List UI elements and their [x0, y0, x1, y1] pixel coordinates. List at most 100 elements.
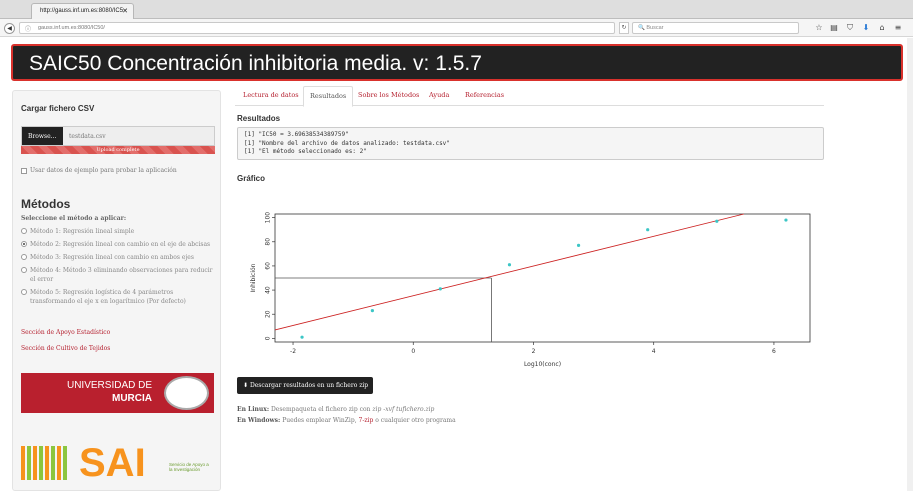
results-output: [1] "IC50 = 3.69638534389759" [1] "Nombre…: [237, 127, 824, 160]
sai-logo[interactable]: SAI Servicio de Apoyo a la Investigación: [21, 440, 214, 486]
methods-label: Seleccione el método a aplicar:: [21, 215, 127, 222]
checkbox-box[interactable]: [21, 168, 27, 174]
radio-button[interactable]: [21, 241, 27, 247]
note-windows: En Windows: Puedes emplear WinZip, 7-zip…: [237, 417, 456, 424]
data-point: [370, 309, 374, 313]
method-label: Método 4: Método 3 eliminando observacio…: [30, 267, 213, 283]
regression-line: [274, 213, 744, 331]
link-apoyo-estadistico[interactable]: Sección de Apoyo Estadístico: [21, 329, 110, 336]
browser-navbar: ◀ ⓘ gauss.inf.um.es:8080/IC50/ ↻ 🔍 Busca…: [0, 19, 913, 37]
note-linux-text: Desempaqueta el fichero zip con: [270, 406, 371, 413]
note-windows-pre: Puedes emplear WinZip,: [282, 417, 357, 424]
y-tick-label: 40: [265, 286, 272, 294]
method-radio-2[interactable]: Método 2: Regresión lineal con cambio en…: [21, 240, 217, 249]
radio-button[interactable]: [21, 267, 27, 273]
link-7zip[interactable]: 7-zip: [359, 417, 374, 424]
file-name: testdata.csv: [69, 133, 106, 140]
upload-heading: Cargar fichero CSV: [21, 104, 95, 113]
results-line: [1] "El método seleccionado es: 2": [244, 148, 367, 155]
radio-button[interactable]: [21, 228, 27, 234]
url-text: gauss.inf.um.es:8080/IC50/: [38, 25, 105, 31]
sai-text: SAI: [79, 441, 146, 485]
results-line: [1] "IC50 = 3.69638534389759": [244, 131, 349, 138]
ic50-chart: -2 0 2 4 6020406080100Log10(conc)Inhibición: [250, 212, 811, 368]
app-header: SAIC50 Concentración inhibitoria media. …: [11, 44, 903, 81]
note-windows-post: o cualquier otro programa: [375, 417, 456, 424]
example-data-checkbox[interactable]: Usar datos de ejemplo para probar la apl…: [21, 167, 177, 174]
data-point: [576, 243, 581, 247]
link-cultivo-tejidos[interactable]: Sección de Cultivo de Tejidos: [21, 345, 110, 352]
main-tabs: Lectura de datos Resultados Sobre los Mé…: [235, 86, 824, 107]
method-radio-4[interactable]: Método 4: Método 3 eliminando observacio…: [21, 266, 217, 284]
sai-subtext: Servicio de Apoyo a la Investigación: [169, 462, 209, 472]
universidad-murcia-logo[interactable]: UNIVERSIDAD DE MURCIA: [21, 373, 214, 413]
note-linux-cmd: zip -xvf tufichero.zip: [372, 406, 435, 413]
download-icon: ⬇: [243, 382, 250, 389]
x-tick-label: 4: [652, 348, 656, 355]
menu-icon[interactable]: ≡: [893, 23, 903, 32]
pocket-icon[interactable]: ⛉: [845, 23, 855, 33]
tab-sobre-metodos[interactable]: Sobre los Métodos: [358, 91, 419, 99]
methods-heading: Métodos: [21, 197, 71, 211]
url-bar[interactable]: ⓘ gauss.inf.um.es:8080/IC50/: [19, 22, 615, 34]
x-axis-label: Log10(conc): [524, 361, 561, 368]
note-linux-label: En Linux:: [237, 406, 270, 413]
scrollbar[interactable]: [907, 38, 913, 491]
method-radio-3[interactable]: Método 3: Regresión lineal con cambio en…: [21, 253, 217, 262]
tab-referencias[interactable]: Referencias: [465, 91, 504, 99]
x-tick-label: 0: [411, 348, 415, 355]
x-tick-label: 6: [772, 348, 776, 355]
data-point: [438, 287, 442, 291]
logo-line2: MURCIA: [112, 393, 152, 404]
results-line: [1] "Nombre del archivo de datos analiza…: [244, 139, 450, 147]
method-radio-5[interactable]: Método 5: Regresión logística de 4 parám…: [21, 288, 217, 306]
note-linux: En Linux: Desempaqueta el fichero zip co…: [237, 406, 434, 413]
back-icon[interactable]: ◀: [4, 23, 15, 34]
note-windows-label: En Windows:: [237, 417, 281, 424]
download-icon[interactable]: ⬇: [861, 23, 871, 32]
browse-button[interactable]: Browse...: [22, 127, 63, 145]
app-title: SAIC50 Concentración inhibitoria media. …: [29, 52, 482, 75]
chart-heading: Gráfico: [237, 174, 266, 183]
browser-tab[interactable]: http://gauss.inf.um.es:8080/IC5 ✕: [31, 3, 134, 19]
data-point: [715, 219, 719, 223]
tab-ayuda[interactable]: Ayuda: [429, 91, 449, 99]
y-tick-label: 80: [265, 238, 272, 246]
search-input[interactable]: 🔍 Buscar: [632, 22, 799, 34]
radio-button[interactable]: [21, 254, 27, 260]
reload-icon[interactable]: ↻: [619, 22, 629, 34]
tab-lectura-datos[interactable]: Lectura de datos: [243, 91, 299, 99]
university-seal-icon: [164, 376, 209, 410]
download-label: Descargar resultados en un fichero zip: [249, 382, 369, 389]
close-tab-icon[interactable]: ✕: [122, 7, 128, 15]
method-radio-1[interactable]: Método 1: Regresión lineal simple: [21, 227, 217, 236]
x-tick-label: -2: [290, 348, 296, 355]
data-point: [300, 335, 304, 339]
search-placeholder: Buscar: [646, 25, 664, 31]
method-label: Método 1: Regresión lineal simple: [30, 228, 135, 235]
download-zip-button[interactable]: ⬇ Descargar resultados en un fichero zip: [237, 377, 373, 394]
method-label: Método 5: Regresión logística de 4 parám…: [30, 289, 186, 305]
x-tick-label: 2: [532, 348, 536, 355]
y-tick-label: 60: [265, 262, 272, 270]
method-label: Método 2: Regresión lineal con cambio en…: [30, 241, 211, 248]
bookmark-star-icon[interactable]: ☆: [814, 23, 824, 32]
logo-line1: UNIVERSIDAD DE: [66, 380, 152, 391]
results-heading: Resultados: [237, 114, 281, 123]
data-point: [784, 218, 788, 222]
info-icon[interactable]: ⓘ: [25, 24, 31, 33]
example-data-label: Usar datos de ejemplo para probar la apl…: [30, 167, 177, 174]
reading-list-icon[interactable]: ▤: [829, 23, 839, 32]
radio-button[interactable]: [21, 289, 27, 295]
y-tick-label: 0: [265, 336, 272, 340]
y-tick-label: 20: [265, 310, 272, 318]
sidebar: Cargar fichero CSV Browse... testdata.cs…: [12, 90, 221, 491]
tab-resultados[interactable]: Resultados: [303, 86, 354, 107]
browser-tab-strip: http://gauss.inf.um.es:8080/IC5 ✕: [0, 0, 913, 19]
data-point: [646, 228, 650, 232]
y-axis-label: Inhibición: [250, 263, 257, 292]
upload-progress: Upload complete: [21, 146, 215, 154]
file-input[interactable]: Browse... testdata.csv: [21, 126, 215, 146]
home-icon[interactable]: ⌂: [877, 23, 887, 32]
data-point: [507, 263, 512, 267]
